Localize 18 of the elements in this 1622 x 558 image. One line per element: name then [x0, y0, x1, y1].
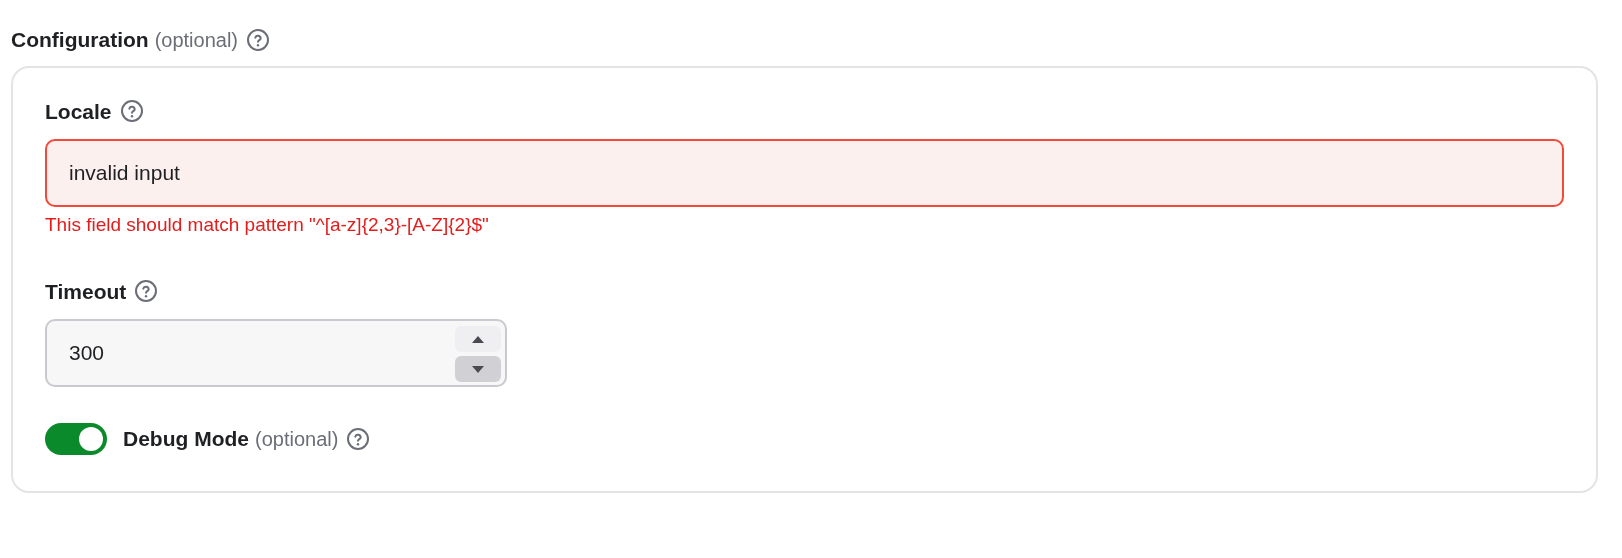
help-icon[interactable]	[134, 279, 159, 304]
field-label: Timeout	[45, 278, 127, 305]
toggle-switch[interactable]	[45, 423, 107, 455]
optional-note: (optional)	[255, 427, 339, 452]
field-label: Locale	[45, 98, 112, 125]
optional-note: (optional)	[154, 27, 239, 53]
locale-field[interactable]: invalid input	[45, 139, 1564, 207]
increment-button[interactable]	[455, 326, 501, 352]
error-message: This field should match pattern "^[a-z]{2,3}-[A-Z]{2}$"	[45, 213, 490, 237]
up-triangle-icon	[471, 334, 485, 344]
down-triangle-icon	[471, 364, 485, 374]
field-label: Debug Mode	[123, 426, 249, 453]
help-icon[interactable]	[346, 427, 371, 451]
section-title: Configuration	[11, 27, 149, 53]
decrement-button[interactable]	[455, 356, 501, 382]
help-icon[interactable]	[246, 27, 271, 52]
number-field[interactable]: 300	[45, 319, 507, 387]
help-icon[interactable]	[119, 99, 144, 124]
